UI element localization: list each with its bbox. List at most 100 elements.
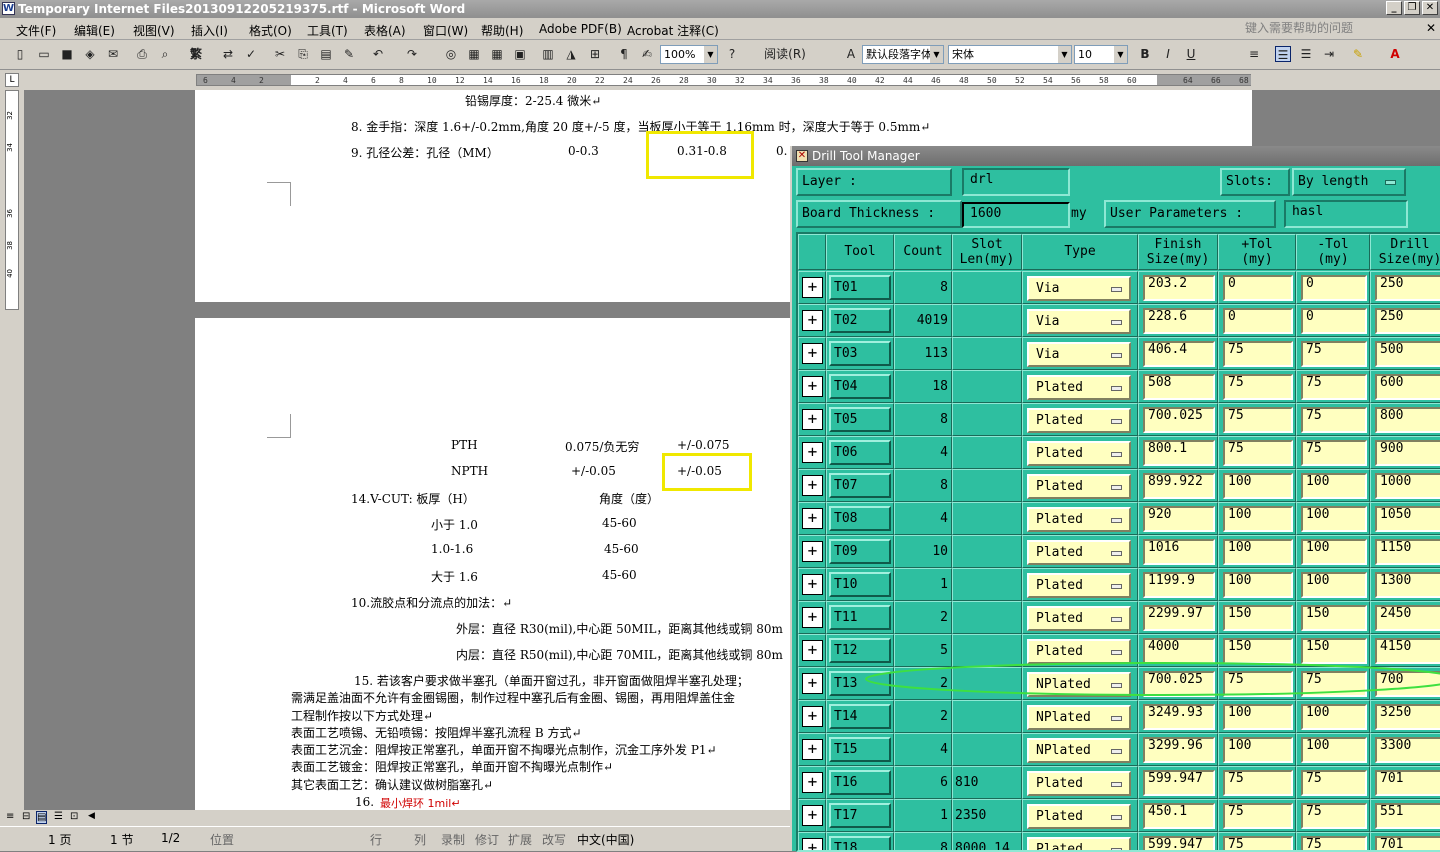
- minimize-button[interactable]: _: [1386, 1, 1402, 15]
- new-doc-icon[interactable]: ▯: [12, 46, 28, 62]
- finish-size-input[interactable]: 1199.9: [1143, 572, 1215, 598]
- type-select[interactable]: Plated: [1027, 375, 1131, 400]
- plus-tol-input[interactable]: 100: [1223, 737, 1293, 763]
- minus-tol-input[interactable]: 100: [1301, 539, 1367, 565]
- web-view-icon[interactable]: ⊟: [22, 811, 30, 822]
- type-select[interactable]: Plated: [1027, 606, 1131, 631]
- plus-tol-input[interactable]: 75: [1223, 440, 1293, 466]
- expand-row-button[interactable]: +: [802, 772, 823, 793]
- drill-size-input[interactable]: 1150: [1375, 539, 1440, 565]
- drill-size-input[interactable]: 701: [1375, 770, 1440, 796]
- tool-button[interactable]: T14: [829, 704, 891, 729]
- close-icon[interactable]: ✕: [796, 150, 808, 162]
- status-record[interactable]: 录制: [441, 831, 465, 848]
- expand-row-button[interactable]: +: [802, 475, 823, 496]
- plus-tol-input[interactable]: 100: [1223, 572, 1293, 598]
- minus-tol-input[interactable]: 75: [1301, 407, 1367, 433]
- drill-size-input[interactable]: 250: [1375, 308, 1440, 334]
- minus-tol-input[interactable]: 100: [1301, 473, 1367, 499]
- minus-tol-input[interactable]: 75: [1301, 374, 1367, 400]
- tool-button[interactable]: T13: [829, 671, 891, 696]
- type-select[interactable]: Plated: [1027, 837, 1131, 850]
- finish-size-input[interactable]: 4000: [1143, 638, 1215, 664]
- expand-row-button[interactable]: +: [802, 310, 823, 331]
- finish-size-input[interactable]: 800.1: [1143, 440, 1215, 466]
- expand-row-button[interactable]: +: [802, 640, 823, 661]
- document-map-icon[interactable]: ⊞: [587, 46, 603, 62]
- expand-row-button[interactable]: +: [802, 574, 823, 595]
- type-select[interactable]: Plated: [1027, 804, 1131, 829]
- minus-tol-input[interactable]: 150: [1301, 638, 1367, 664]
- expand-row-button[interactable]: +: [802, 838, 823, 850]
- tool-button[interactable]: T01: [829, 275, 891, 300]
- drill-size-input[interactable]: 551: [1375, 803, 1440, 829]
- document-area[interactable]: 铅锡厚度：2-25.4 微米↵ 8. 金手指：深度 1.6+/-0.2mm,角度…: [24, 90, 1252, 813]
- type-select[interactable]: Via: [1027, 276, 1131, 301]
- expand-row-button[interactable]: +: [802, 607, 823, 628]
- finish-size-input[interactable]: 406.4: [1143, 341, 1215, 367]
- tool-button[interactable]: T03: [829, 341, 891, 366]
- drill-size-input[interactable]: 700: [1375, 671, 1440, 697]
- type-select[interactable]: Via: [1027, 342, 1131, 367]
- restore-button[interactable]: ❐: [1404, 1, 1420, 15]
- plus-tol-input[interactable]: 75: [1223, 803, 1293, 829]
- expand-row-button[interactable]: +: [802, 277, 823, 298]
- font-size-select[interactable]: 10 ▼: [1074, 45, 1128, 64]
- help-icon[interactable]: ?: [724, 46, 740, 62]
- minus-tol-input[interactable]: 100: [1301, 704, 1367, 730]
- plus-tol-input[interactable]: 100: [1223, 506, 1293, 532]
- drill-size-input[interactable]: 1000: [1375, 473, 1440, 499]
- styles-formatting-icon[interactable]: A: [843, 46, 859, 62]
- copy-icon[interactable]: ⎘: [295, 46, 311, 62]
- drill-size-input[interactable]: 3300: [1375, 737, 1440, 763]
- minus-tol-input[interactable]: 75: [1301, 440, 1367, 466]
- plus-tol-input[interactable]: 75: [1223, 374, 1293, 400]
- traditional-chinese-button[interactable]: 繁: [186, 46, 206, 62]
- type-select[interactable]: Plated: [1027, 507, 1131, 532]
- style-select[interactable]: 默认段落字体 ▼: [862, 45, 944, 64]
- numbering-icon[interactable]: ☰: [1275, 46, 1291, 62]
- tool-button[interactable]: T05: [829, 407, 891, 432]
- finish-size-input[interactable]: 1016: [1143, 539, 1215, 565]
- close-doc-icon[interactable]: ✕: [1426, 21, 1436, 35]
- tool-button[interactable]: T11: [829, 605, 891, 630]
- minus-tol-input[interactable]: 75: [1301, 671, 1367, 697]
- type-select[interactable]: NPlated: [1027, 738, 1131, 763]
- drill-size-input[interactable]: 701: [1375, 836, 1440, 850]
- type-select[interactable]: Plated: [1027, 441, 1131, 466]
- type-select[interactable]: Plated: [1027, 573, 1131, 598]
- type-select[interactable]: Plated: [1027, 408, 1131, 433]
- columns-icon[interactable]: ▥: [540, 46, 556, 62]
- tab-selector-icon[interactable]: L: [5, 73, 19, 87]
- type-select[interactable]: Plated: [1027, 771, 1131, 796]
- minus-tol-input[interactable]: 75: [1301, 803, 1367, 829]
- finish-size-input[interactable]: 203.2: [1143, 275, 1215, 301]
- show-hide-icon[interactable]: ¶: [616, 46, 632, 62]
- plus-tol-input[interactable]: 75: [1223, 836, 1293, 850]
- email-icon[interactable]: ✉: [105, 46, 121, 62]
- drill-size-input[interactable]: 900: [1375, 440, 1440, 466]
- menu-view[interactable]: 视图(V): [133, 22, 175, 39]
- hyperlink-icon[interactable]: ◎: [443, 46, 459, 62]
- tool-button[interactable]: T07: [829, 473, 891, 498]
- plus-tol-input[interactable]: 100: [1223, 704, 1293, 730]
- finish-size-input[interactable]: 450.1: [1143, 803, 1215, 829]
- menu-file[interactable]: 文件(F): [16, 22, 56, 39]
- minus-tol-input[interactable]: 100: [1301, 572, 1367, 598]
- insert-table-icon[interactable]: ▦: [489, 46, 505, 62]
- menu-tools[interactable]: 工具(T): [307, 22, 348, 39]
- minus-tol-input[interactable]: 150: [1301, 605, 1367, 631]
- format-painter-icon[interactable]: ✎: [341, 46, 357, 62]
- outline-view-icon[interactable]: ☰: [54, 811, 63, 822]
- plus-tol-input[interactable]: 150: [1223, 605, 1293, 631]
- bullets-icon[interactable]: ☰: [1298, 46, 1314, 62]
- menu-table[interactable]: 表格(A): [364, 22, 406, 39]
- expand-row-button[interactable]: +: [802, 508, 823, 529]
- finish-size-input[interactable]: 599.947: [1143, 836, 1215, 850]
- redo-icon[interactable]: ↷: [404, 46, 420, 62]
- print-view-icon[interactable]: ▤: [36, 811, 48, 824]
- research-icon[interactable]: ⇄: [220, 46, 236, 62]
- font-select[interactable]: 宋体 ▼: [948, 45, 1072, 64]
- permission-icon[interactable]: ◈: [82, 46, 98, 62]
- help-search-input[interactable]: 键入需要帮助的问题: [1242, 20, 1422, 38]
